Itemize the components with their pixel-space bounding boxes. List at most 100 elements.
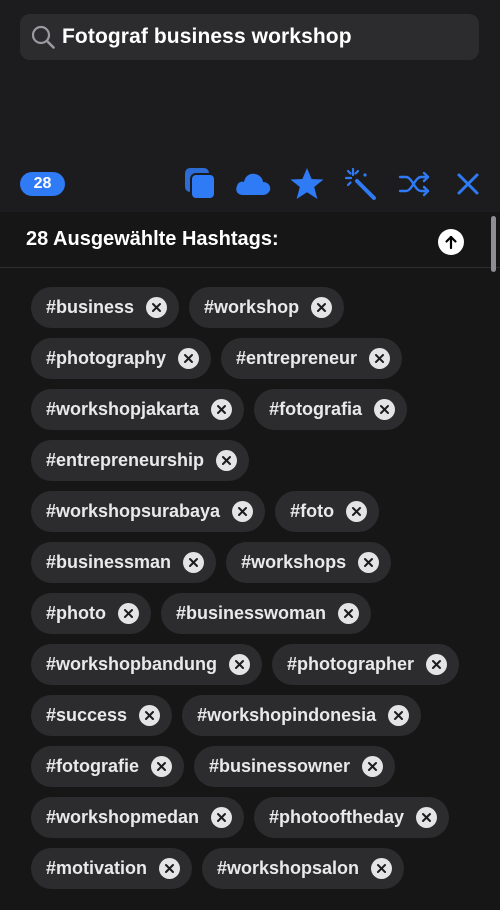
- remove-hashtag-button[interactable]: [311, 297, 333, 318]
- remove-hashtag-button[interactable]: [216, 450, 238, 471]
- magic-button[interactable]: [342, 166, 380, 202]
- hashtag-chip[interactable]: #entrepreneurship: [31, 440, 250, 481]
- remove-hashtag-button[interactable]: [374, 399, 396, 420]
- hashtag-label: #workshopbandung: [46, 654, 217, 674]
- remove-icon: [222, 456, 232, 465]
- remove-hashtag-button[interactable]: [346, 501, 368, 522]
- remove-hashtag-button[interactable]: [232, 501, 254, 522]
- hashtag-chip[interactable]: #workshopindonesia: [182, 695, 422, 736]
- remove-hashtag-button[interactable]: [416, 807, 438, 828]
- remove-hashtag-button[interactable]: [229, 654, 250, 675]
- remove-hashtag-button[interactable]: [139, 705, 161, 726]
- hashtag-chip[interactable]: #photographer: [272, 644, 460, 685]
- remove-hashtag-button[interactable]: [362, 756, 384, 777]
- hashtag-chip[interactable]: #businessowner: [194, 746, 396, 787]
- close-icon: [457, 173, 479, 195]
- remove-hashtag-button[interactable]: [146, 297, 168, 318]
- hashtag-chip[interactable]: #fotografia: [254, 389, 408, 430]
- search-field[interactable]: Fotograf business workshop: [20, 14, 479, 60]
- remove-hashtag-button[interactable]: [371, 858, 393, 879]
- remove-hashtag-button[interactable]: [358, 552, 380, 573]
- hashtag-chip[interactable]: #photooftheday: [254, 797, 450, 838]
- search-icon: [31, 25, 55, 49]
- hashtag-label: #business: [46, 297, 135, 317]
- hashtag-label: #entrepreneurship: [46, 450, 205, 470]
- hashtag-chip[interactable]: #foto: [275, 491, 380, 532]
- hashtag-chip[interactable]: #businesswoman: [161, 593, 372, 634]
- remove-icon: [422, 813, 432, 822]
- hashtag-label: #workshops: [241, 552, 347, 572]
- selected-hashtags-panel: 28 Ausgewählte Hashtags: #business #works…: [0, 212, 500, 910]
- hashtag-chip[interactable]: #motivation: [31, 848, 193, 889]
- remove-icon: [432, 660, 442, 669]
- remove-icon: [124, 609, 133, 618]
- hashtag-label: #workshopsalon: [217, 858, 360, 878]
- hashtag-label: #photo: [46, 603, 106, 623]
- remove-icon: [157, 762, 167, 771]
- panel-header: 28 Ausgewählte Hashtags:: [0, 212, 500, 268]
- hashtag-chip[interactable]: #workshopsurabaya: [31, 491, 266, 532]
- remove-hashtag-button[interactable]: [151, 756, 173, 777]
- remove-hashtag-button[interactable]: [388, 705, 410, 726]
- remove-hashtag-button[interactable]: [183, 552, 205, 573]
- hashtag-label: #photographer: [287, 654, 415, 674]
- cloud-button[interactable]: [233, 166, 273, 202]
- hashtag-label: #motivation: [46, 858, 148, 878]
- star-icon: [290, 168, 324, 199]
- hashtag-label: #workshopsurabaya: [46, 501, 221, 521]
- hashtag-chip[interactable]: #workshop: [189, 287, 345, 328]
- hashtag-chip[interactable]: #workshopsalon: [202, 848, 405, 889]
- copy-icon: [185, 168, 216, 200]
- close-button[interactable]: [452, 166, 484, 202]
- remove-hashtag-button[interactable]: [178, 348, 199, 369]
- hashtag-chip[interactable]: #workshopmedan: [31, 797, 245, 838]
- hashtag-chip[interactable]: #fotografie: [31, 746, 185, 787]
- copy-button[interactable]: [181, 166, 219, 202]
- hashtag-chip[interactable]: #workshopbandung: [31, 644, 262, 685]
- remove-icon: [368, 762, 378, 771]
- hashtag-chip[interactable]: #workshopjakarta: [31, 389, 245, 430]
- remove-icon: [377, 864, 387, 873]
- remove-icon: [380, 405, 390, 414]
- remove-icon: [394, 711, 404, 720]
- hashtag-label: #workshop: [204, 297, 300, 317]
- hashtag-label: #success: [46, 705, 128, 725]
- remove-hashtag-button[interactable]: [426, 654, 448, 675]
- remove-icon: [145, 711, 155, 720]
- remove-hashtag-button[interactable]: [211, 399, 233, 420]
- toolbar: 28: [0, 166, 500, 206]
- count-badge: 28: [20, 172, 65, 196]
- remove-hashtag-button[interactable]: [338, 603, 360, 624]
- hashtag-chip[interactable]: #photo: [31, 593, 151, 634]
- hashtag-chip[interactable]: #businessman: [31, 542, 217, 583]
- hashtag-chip[interactable]: #entrepreneur: [221, 338, 403, 379]
- hashtag-list: #business #workshop #photography #entrepren…: [31, 287, 481, 889]
- hashtag-label: #businesswoman: [176, 603, 327, 623]
- search-input[interactable]: Fotograf business workshop: [62, 25, 352, 49]
- remove-hashtag-button[interactable]: [369, 348, 391, 369]
- hashtag-label: #businessowner: [209, 756, 351, 776]
- hashtag-chip[interactable]: #workshops: [226, 542, 392, 583]
- shuffle-button[interactable]: [396, 166, 434, 202]
- hashtag-chip[interactable]: #photography: [31, 338, 211, 379]
- shuffle-icon: [398, 171, 430, 197]
- remove-hashtag-button[interactable]: [211, 807, 233, 828]
- remove-icon: [317, 303, 327, 312]
- remove-hashtag-button[interactable]: [159, 858, 181, 879]
- hashtag-label: #fotografie: [46, 756, 140, 776]
- hashtag-label: #entrepreneur: [236, 348, 358, 368]
- remove-icon: [238, 507, 248, 516]
- hashtag-label: #workshopmedan: [46, 807, 200, 827]
- hashtag-chip[interactable]: #success: [31, 695, 173, 736]
- remove-hashtag-button[interactable]: [118, 603, 139, 624]
- remove-icon: [184, 354, 193, 363]
- panel-title: 28 Ausgewählte Hashtags:: [26, 228, 279, 250]
- remove-icon: [189, 558, 199, 567]
- cloud-icon: [236, 173, 271, 195]
- hashtag-chip[interactable]: #business: [31, 287, 180, 328]
- arrow-up-icon: [445, 235, 457, 250]
- favorite-button[interactable]: [288, 166, 326, 202]
- scroll-up-button[interactable]: [438, 229, 464, 255]
- scrollbar[interactable]: [491, 216, 496, 272]
- remove-icon: [235, 660, 244, 669]
